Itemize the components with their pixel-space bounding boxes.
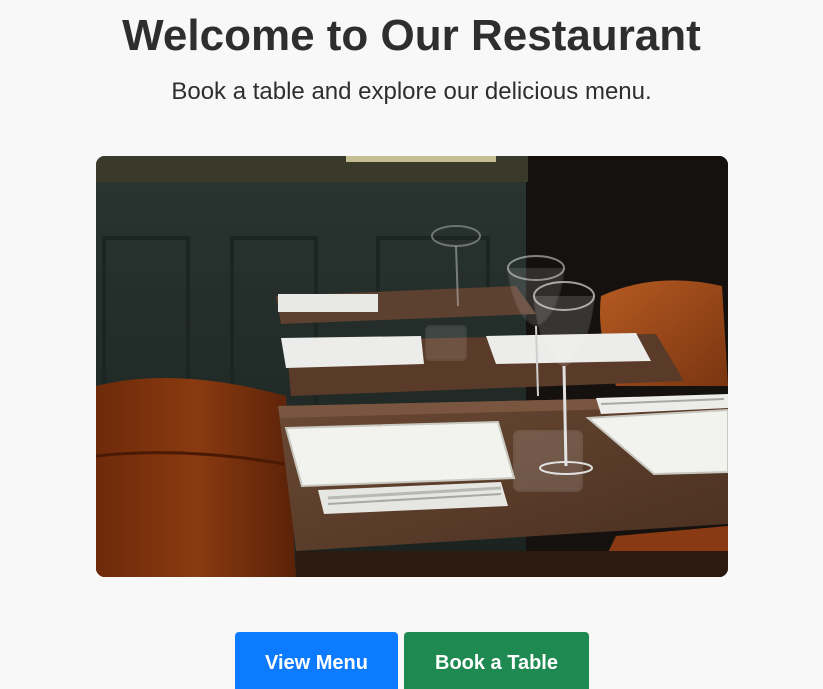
page-subtitle: Book a table and explore our delicious m… — [171, 78, 652, 105]
view-menu-button[interactable]: View Menu — [235, 632, 398, 689]
book-table-button[interactable]: Book a Table — [404, 632, 589, 689]
page-title: Welcome to Our Restaurant — [122, 11, 701, 60]
landing-page: Welcome to Our Restaurant Book a table a… — [0, 0, 823, 689]
restaurant-hero-image — [96, 156, 728, 577]
